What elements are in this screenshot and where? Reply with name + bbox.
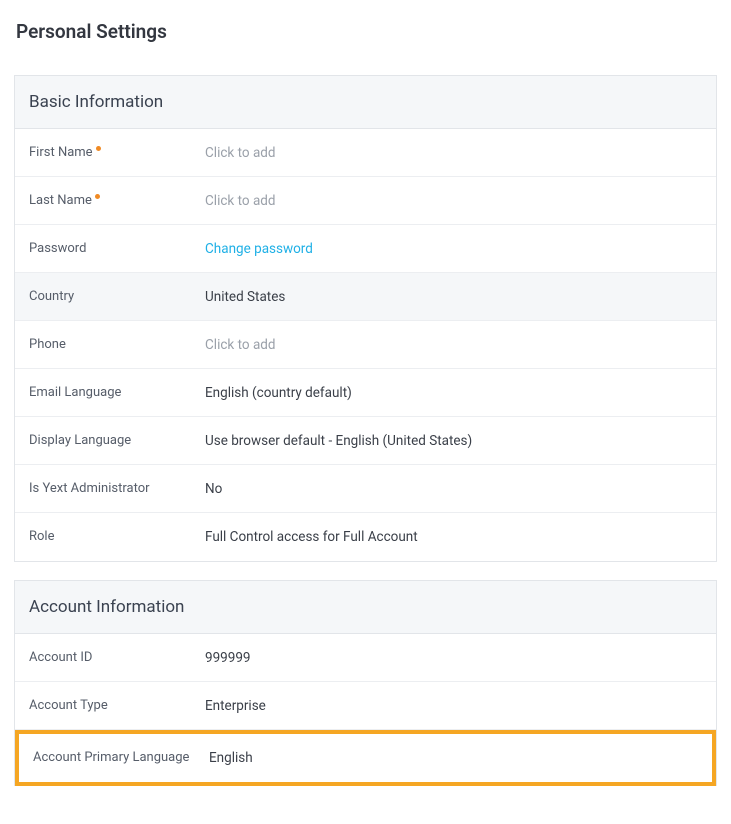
- password-label: Password: [29, 240, 205, 258]
- primary-language-value: English: [209, 750, 698, 766]
- account-id-value: 999999: [205, 650, 702, 666]
- change-password-link[interactable]: Change password: [205, 241, 702, 257]
- page-title: Personal Settings: [14, 20, 717, 43]
- last-name-label-text: Last Name: [29, 192, 92, 210]
- is-admin-value: No: [205, 481, 702, 497]
- primary-language-row: Account Primary Language English: [19, 734, 712, 782]
- email-language-row[interactable]: Email Language English (country default): [15, 369, 716, 417]
- last-name-row[interactable]: Last Name Click to add: [15, 177, 716, 225]
- is-admin-label: Is Yext Administrator: [29, 480, 205, 498]
- required-indicator-icon: [96, 146, 101, 151]
- account-type-value: Enterprise: [205, 698, 702, 714]
- email-language-label: Email Language: [29, 384, 205, 402]
- account-id-row: Account ID 999999: [15, 634, 716, 682]
- display-language-row[interactable]: Display Language Use browser default - E…: [15, 417, 716, 465]
- country-label: Country: [29, 288, 205, 306]
- role-label: Role: [29, 528, 205, 546]
- account-information-header: Account Information: [15, 581, 716, 634]
- role-value: Full Control access for Full Account: [205, 529, 702, 545]
- first-name-value[interactable]: Click to add: [205, 145, 702, 161]
- phone-value[interactable]: Click to add: [205, 337, 702, 353]
- phone-row[interactable]: Phone Click to add: [15, 321, 716, 369]
- primary-language-label: Account Primary Language: [33, 749, 209, 767]
- primary-language-highlight: Account Primary Language English: [15, 730, 716, 786]
- email-language-value: English (country default): [205, 385, 702, 401]
- first-name-row[interactable]: First Name Click to add: [15, 129, 716, 177]
- last-name-value[interactable]: Click to add: [205, 193, 702, 209]
- account-type-row: Account Type Enterprise: [15, 682, 716, 730]
- phone-label: Phone: [29, 336, 205, 354]
- country-row[interactable]: Country United States: [15, 273, 716, 321]
- required-indicator-icon: [95, 194, 100, 199]
- account-type-label: Account Type: [29, 697, 205, 715]
- display-language-label: Display Language: [29, 432, 205, 450]
- is-admin-row: Is Yext Administrator No: [15, 465, 716, 513]
- role-row: Role Full Control access for Full Accoun…: [15, 513, 716, 561]
- account-id-label: Account ID: [29, 649, 205, 667]
- basic-information-section: Basic Information First Name Click to ad…: [14, 75, 717, 562]
- account-information-section: Account Information Account ID 999999 Ac…: [14, 580, 717, 786]
- last-name-label: Last Name: [29, 192, 205, 210]
- basic-information-header: Basic Information: [15, 76, 716, 129]
- first-name-label-text: First Name: [29, 144, 93, 162]
- display-language-value: Use browser default - English (United St…: [205, 433, 702, 449]
- country-value: United States: [205, 289, 702, 305]
- first-name-label: First Name: [29, 144, 205, 162]
- password-row: Password Change password: [15, 225, 716, 273]
